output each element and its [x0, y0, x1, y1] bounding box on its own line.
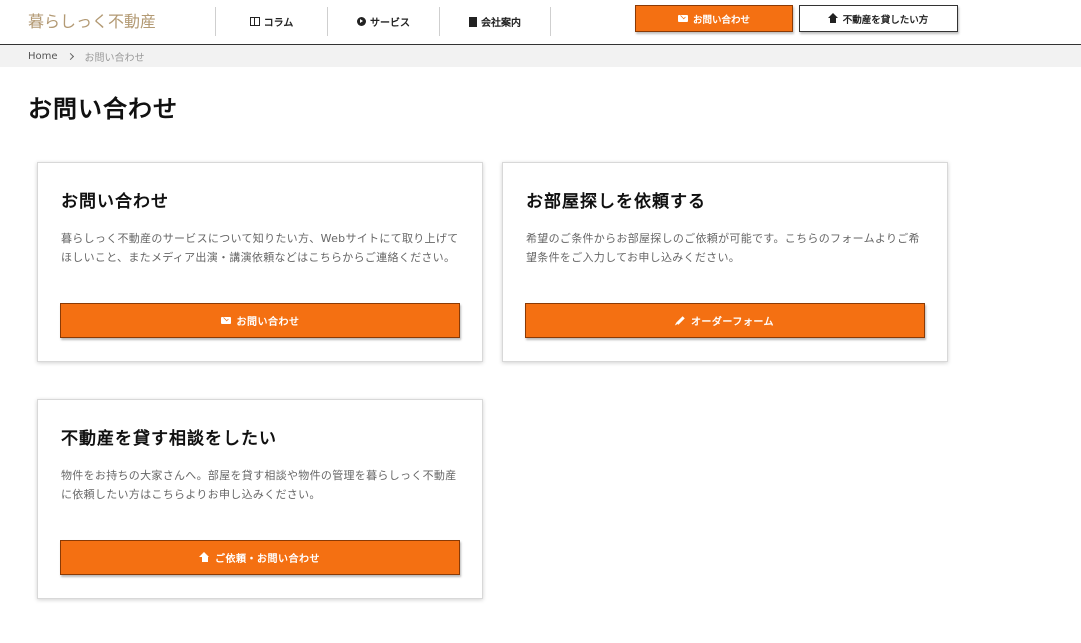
card-title: お部屋探しを依頼する: [526, 192, 706, 212]
breadcrumb-current: お問い合わせ: [84, 52, 145, 64]
mail-icon: [220, 317, 231, 324]
nav-item-label: サービス: [370, 18, 410, 29]
card-title: 不動産を貸す相談をしたい: [61, 429, 277, 449]
card-description: 暮らしっく不動産のサービスについて知りたい方、Webサイトにて取り上げてほしいこ…: [61, 232, 459, 264]
card-description: 希望のご条件からお部屋探しのご依頼が可能です。こちらのフォームよりご希望条件をご…: [526, 232, 920, 264]
card-title: お問い合わせ: [61, 192, 169, 212]
header-contact-button[interactable]: お問い合わせ: [635, 5, 793, 32]
home-icon: [199, 551, 209, 562]
nav-item-service[interactable]: サービス: [327, 7, 439, 36]
card-button-label: オーダーフォーム: [690, 317, 775, 328]
contact-card: お問い合わせ 暮らしっく不動産のサービスについて知りたい方、Webサイトにて取り…: [37, 162, 483, 362]
order-form-button[interactable]: オーダーフォーム: [525, 303, 925, 338]
card-description: 物件をお持ちの大家さんへ。部屋を貸す相談や物件の管理を暮らしっく不動産に依頼した…: [61, 469, 457, 501]
column-icon: [249, 17, 260, 26]
breadcrumb: Home お問い合わせ: [0, 45, 1081, 67]
nav-item-company[interactable]: 会社案内: [439, 7, 551, 36]
site-header: 暮らしっく不動産 コラム サービス 会社案内 お問い合わせ 不動産を貸したい方: [0, 0, 1081, 45]
card-button-label: ご依頼・お問い合わせ: [215, 554, 320, 565]
request-inquiry-button[interactable]: ご依頼・お問い合わせ: [60, 540, 460, 575]
chevron-circle-icon: [357, 17, 366, 26]
site-logo[interactable]: 暮らしっく不動産: [28, 8, 156, 32]
header-contact-label: お問い合わせ: [692, 14, 750, 26]
room-search-card: お部屋探しを依頼する 希望のご条件からお部屋探しのご依頼が可能です。こちらのフォ…: [502, 162, 948, 362]
contact-button[interactable]: お問い合わせ: [60, 303, 460, 338]
page-title: お問い合わせ: [28, 95, 178, 123]
pencil-icon: [676, 316, 685, 325]
main-nav: コラム サービス 会社案内: [215, 7, 551, 36]
card-button-label: お問い合わせ: [236, 317, 300, 328]
rent-property-card: 不動産を貸す相談をしたい 物件をお持ちの大家さんへ。部屋を貸す相談や物件の管理を…: [37, 399, 483, 599]
home-icon: [827, 12, 838, 23]
building-icon: [469, 16, 477, 27]
chevron-right-icon: [66, 52, 74, 60]
nav-item-label: コラム: [263, 18, 294, 29]
mail-icon: [677, 15, 688, 22]
nav-item-column[interactable]: コラム: [215, 7, 327, 36]
breadcrumb-home-link[interactable]: Home: [28, 51, 58, 62]
header-rent-label: 不動産を貸したい方: [842, 14, 929, 26]
header-rent-button[interactable]: 不動産を貸したい方: [799, 5, 958, 32]
nav-item-label: 会社案内: [481, 18, 521, 29]
